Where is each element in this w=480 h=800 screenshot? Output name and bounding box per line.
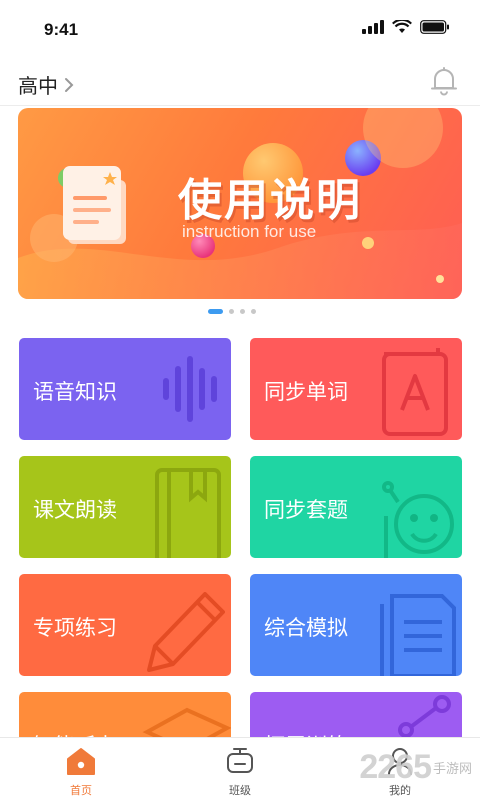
feature-card-sync-words[interactable]: 同步单词 [250, 338, 462, 440]
tv-icon [227, 748, 253, 773]
carousel-dot[interactable] [251, 309, 256, 314]
status-icons [362, 20, 450, 34]
home-icon [67, 748, 95, 775]
header: 高中 [0, 62, 480, 106]
carousel-dot[interactable] [240, 309, 245, 314]
watermark: 2265 手游网 [359, 748, 472, 787]
signal-icon [362, 20, 384, 34]
feature-card-special-practice[interactable]: 专项练习 [19, 574, 231, 676]
feature-label: 综合模拟 [264, 616, 348, 640]
document-icon [380, 594, 456, 676]
chevron-right-icon [65, 77, 74, 92]
tab-label: 班级 [229, 784, 251, 797]
banner-subtitle: instruction for use [182, 222, 317, 241]
wifi-icon [392, 20, 412, 33]
tab-label: 首页 [70, 784, 92, 797]
bell-icon[interactable] [430, 66, 458, 96]
feature-label: 专项练习 [33, 616, 117, 640]
feature-label: 语音知识 [33, 380, 117, 404]
carousel-dot[interactable] [229, 309, 234, 314]
watermark-text: 手游网 [432, 762, 472, 777]
feature-label: 同步单词 [264, 380, 348, 404]
carousel-indicator [208, 309, 256, 314]
status-time: 9:41 [44, 20, 79, 39]
book-icon [155, 468, 221, 558]
watermark-number: 2265 [359, 748, 432, 786]
status-bar: 9:41 [0, 0, 480, 62]
feature-card-mock-exam[interactable]: 综合模拟 [250, 574, 462, 676]
tab-home[interactable]: 首页 [21, 738, 141, 800]
grade-label: 高中 [18, 74, 58, 98]
feature-card-phonetics[interactable]: 语音知识 [19, 338, 231, 440]
pencil-icon [147, 592, 225, 672]
feature-card-sync-tests[interactable]: 同步套题 [250, 456, 462, 558]
carousel-dot[interactable] [208, 309, 223, 314]
feature-card-text-reading[interactable]: 课文朗读 [19, 456, 231, 558]
feature-label: 课文朗读 [33, 498, 117, 522]
banner-title: 使用说明 [178, 175, 362, 226]
letter-a-book-icon [382, 348, 448, 436]
grade-selector[interactable]: 高中 [18, 70, 74, 99]
battery-icon [420, 20, 449, 34]
tab-class[interactable]: 班级 [180, 738, 300, 800]
sound-wave-icon [163, 356, 217, 422]
feature-label: 同步套题 [264, 498, 348, 522]
smiley-robot-icon [382, 481, 454, 558]
